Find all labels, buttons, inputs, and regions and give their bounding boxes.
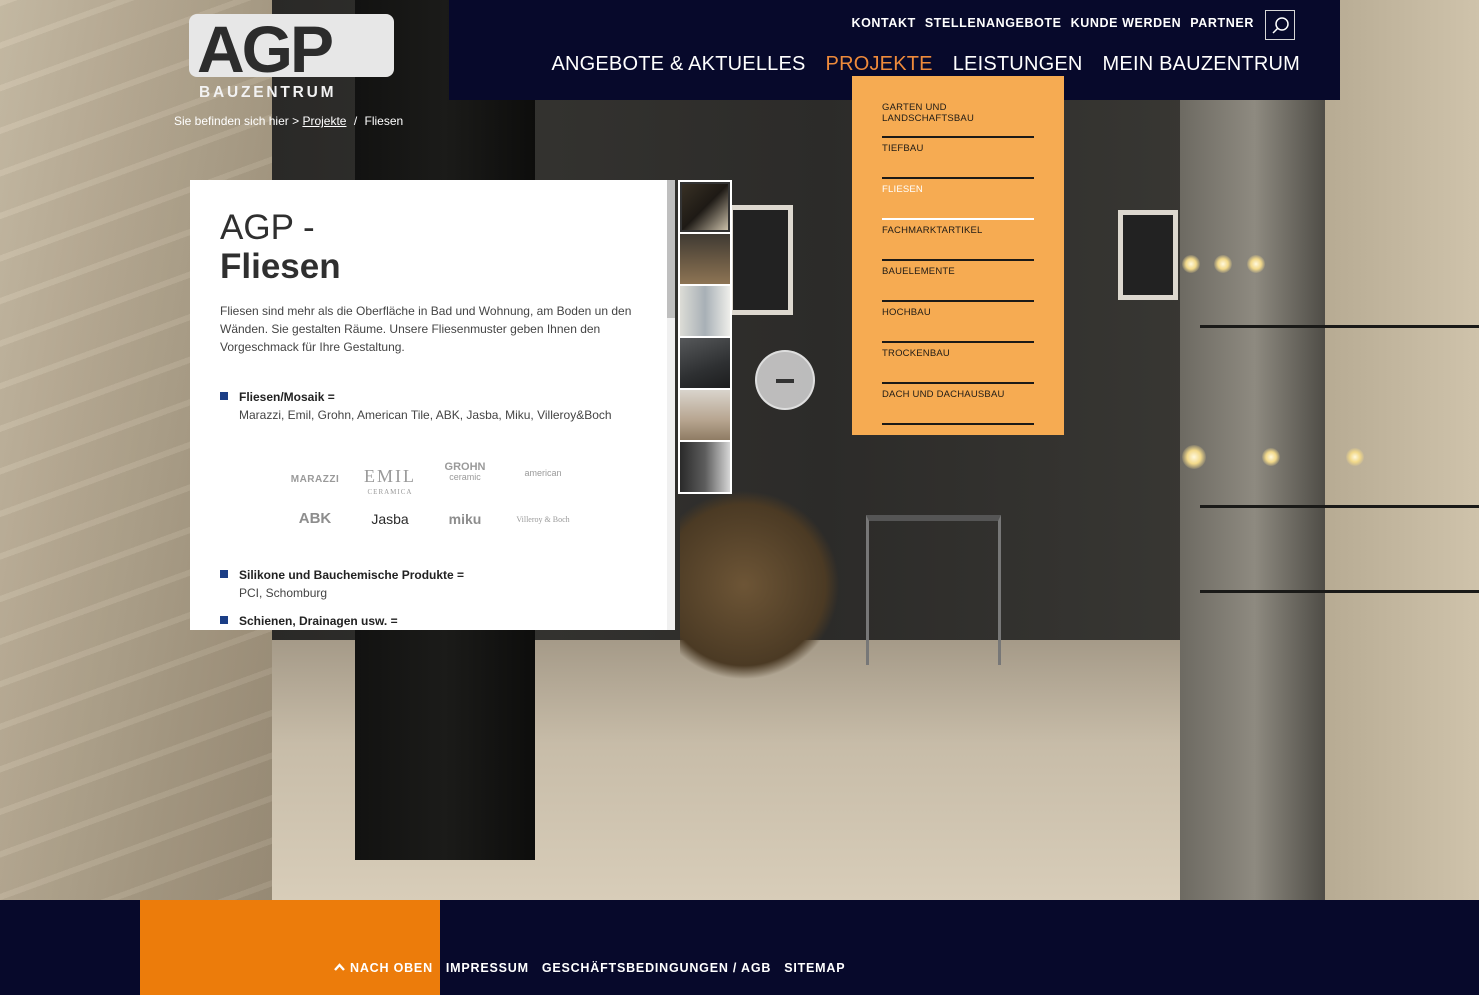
list-item: Schienen, Drainagen usw. = bbox=[220, 612, 640, 630]
breadcrumb-prefix: Sie befinden sich hier > bbox=[174, 114, 300, 128]
nav-partner[interactable]: PARTNER bbox=[1190, 16, 1254, 30]
gallery-thumbnail[interactable] bbox=[680, 234, 730, 284]
wall-light bbox=[1182, 255, 1200, 273]
back-to-top-link[interactable]: NACH OBEN bbox=[334, 961, 433, 975]
nav-kontakt[interactable]: KONTAKT bbox=[851, 16, 915, 30]
brand-logo-jasba: Jasba bbox=[371, 511, 409, 527]
back-to-top-label: NACH OBEN bbox=[350, 961, 433, 975]
logo-box: AGP bbox=[189, 12, 394, 86]
gallery-thumbnails bbox=[678, 180, 732, 494]
gallery-thumbnail[interactable] bbox=[680, 390, 730, 440]
nav-stellenangebote[interactable]: STELLENANGEBOTE bbox=[925, 16, 1062, 30]
list-item-text: PCI, Schomburg bbox=[239, 586, 328, 600]
brand-logo-grohn-name: GROHN bbox=[444, 461, 486, 473]
breadcrumb: Sie befinden sich hier > Projekte / Flie… bbox=[174, 114, 403, 128]
breadcrumb-current: Fliesen bbox=[364, 114, 404, 128]
side-table bbox=[866, 515, 1001, 665]
breadcrumb-separator: / bbox=[353, 114, 358, 128]
list-item-heading: Silikone und Bauchemische Produkte = bbox=[239, 568, 465, 582]
nav-kunde-werden[interactable]: KUNDE WERDEN bbox=[1071, 16, 1182, 30]
brand-logo-villeroy: Villeroy & Boch bbox=[516, 515, 570, 524]
page-title-line2: Fliesen bbox=[220, 247, 341, 286]
dropdown-item-tiefbau[interactable]: TIEFBAU bbox=[882, 138, 1034, 179]
nav-mein-bauzentrum[interactable]: MEIN BAUZENTRUM bbox=[1103, 53, 1300, 76]
shelf bbox=[1200, 590, 1479, 593]
content-card: AGP - Fliesen Fliesen sind mehr als die … bbox=[190, 180, 675, 630]
shelf bbox=[1200, 505, 1479, 508]
wall-light bbox=[1262, 448, 1280, 466]
brand-logos: MARAZZI EMIL CERAMICA GROHN ceramic amer… bbox=[280, 460, 590, 535]
nav-projekte[interactable]: PROJEKTE bbox=[826, 53, 933, 76]
brand-logo-marazzi: MARAZZI bbox=[290, 474, 340, 485]
brand-logo-emil: EMIL CERAMICA bbox=[355, 466, 425, 500]
logo-text: AGP bbox=[197, 12, 334, 86]
projekte-dropdown: GARTEN UND LANDSCHAFTSBAU TIEFBAU FLIESE… bbox=[852, 76, 1064, 435]
wall-frame bbox=[1118, 210, 1178, 300]
footer-accent bbox=[140, 900, 440, 995]
dropdown-item-hochbau[interactable]: HOCHBAU bbox=[882, 302, 1034, 343]
dropdown-item-garten[interactable]: GARTEN UND LANDSCHAFTSBAU bbox=[882, 97, 1034, 138]
footer-navigation: NACH OBEN IMPRESSUM GESCHÄFTSBEDINGUNGEN… bbox=[334, 961, 845, 975]
wall-light bbox=[1247, 255, 1265, 273]
nav-angebote[interactable]: ANGEBOTE & AKTUELLES bbox=[551, 53, 805, 76]
zoom-out-button[interactable] bbox=[755, 350, 815, 410]
brand-logo-grohn: GROHN ceramic bbox=[430, 461, 500, 483]
dropdown-item-fliesen[interactable]: FLIESEN bbox=[882, 179, 1034, 220]
brand-logo-grohn-sub: ceramic bbox=[449, 472, 481, 482]
brand-logo-miku: miku bbox=[448, 511, 482, 527]
breadcrumb-link-projekte[interactable]: Projekte bbox=[302, 114, 346, 128]
wall-light bbox=[1182, 445, 1206, 469]
main-navigation: ANGEBOTE & AKTUELLES PROJEKTE LEISTUNGEN… bbox=[551, 53, 1300, 76]
dropdown-item-trockenbau[interactable]: TROCKENBAU bbox=[882, 343, 1034, 384]
footer-link-sitemap[interactable]: SITEMAP bbox=[784, 961, 845, 975]
search-button[interactable] bbox=[1265, 10, 1295, 40]
wall-light bbox=[1346, 448, 1364, 466]
chevron-up-icon bbox=[334, 963, 345, 971]
list-item: Silikone und Bauchemische Produkte = PCI… bbox=[220, 566, 640, 602]
top-navigation: KONTAKT STELLENANGEBOTE KUNDE WERDEN PAR… bbox=[851, 16, 1254, 30]
footer: NACH OBEN IMPRESSUM GESCHÄFTSBEDINGUNGEN… bbox=[0, 900, 1479, 995]
logo-subtitle: BAUZENTRUM bbox=[199, 84, 337, 101]
list-item-heading: Schienen, Drainagen usw. = bbox=[239, 614, 398, 628]
wave-chair bbox=[680, 490, 840, 680]
shelf bbox=[1200, 325, 1479, 328]
gallery-thumbnail[interactable] bbox=[680, 442, 730, 492]
footer-link-agb[interactable]: GESCHÄFTSBEDINGUNGEN / AGB bbox=[542, 961, 771, 975]
wall-light bbox=[1214, 255, 1232, 273]
nav-leistungen[interactable]: LEISTUNGEN bbox=[953, 53, 1083, 76]
list-item-text: Marazzi, Emil, Grohn, American Tile, ABK… bbox=[239, 408, 612, 422]
gallery-thumbnail[interactable] bbox=[680, 286, 730, 336]
list-item-heading: Fliesen/Mosaik = bbox=[239, 390, 335, 404]
content-scrollbar[interactable] bbox=[667, 180, 675, 630]
gallery-thumbnail[interactable] bbox=[680, 182, 730, 232]
dropdown-item-bauelemente[interactable]: BAUELEMENTE bbox=[882, 261, 1034, 302]
logo[interactable]: AGP BAUZENTRUM bbox=[189, 12, 394, 104]
list-item: Fliesen/Mosaik = Marazzi, Emil, Grohn, A… bbox=[220, 388, 640, 424]
brand-logo-emil-name: EMIL bbox=[364, 466, 416, 486]
footer-link-impressum[interactable]: IMPRESSUM bbox=[446, 961, 529, 975]
brand-logo-american: american bbox=[524, 468, 562, 478]
wall-frame bbox=[728, 205, 793, 315]
intro-text: Fliesen sind mehr als die Oberfläche in … bbox=[220, 304, 632, 354]
dropdown-item-dach[interactable]: DACH UND DACHAUSBAU bbox=[882, 384, 1034, 425]
gallery-thumbnail[interactable] bbox=[680, 338, 730, 388]
search-icon bbox=[1272, 17, 1289, 34]
dropdown-item-fachmarktartikel[interactable]: FACHMARKTARTIKEL bbox=[882, 220, 1034, 261]
page-title-line1: AGP - bbox=[220, 208, 315, 247]
brand-logo-abk: ABK bbox=[298, 510, 332, 527]
brand-logo-emil-sub: CERAMICA bbox=[367, 488, 413, 496]
scrollbar-thumb[interactable] bbox=[667, 180, 675, 318]
